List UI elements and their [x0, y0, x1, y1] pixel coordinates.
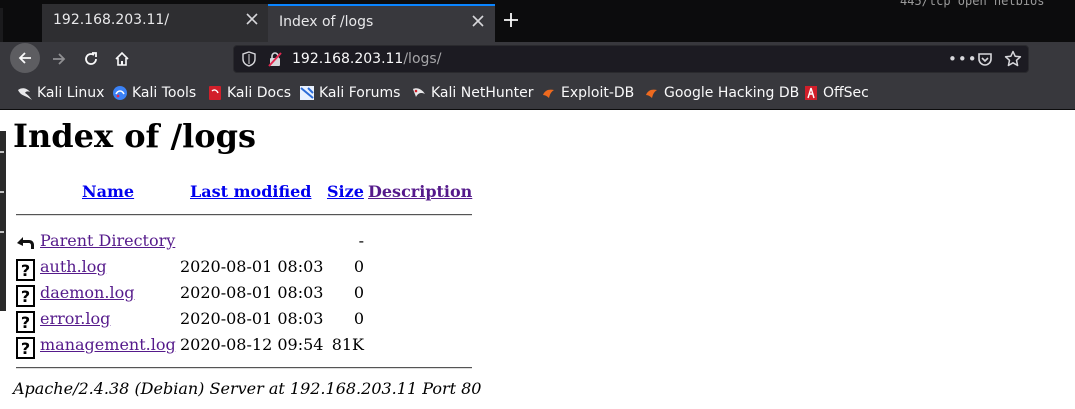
tab-home-index[interactable]: 192.168.203.11/ — [42, 4, 269, 42]
plus-icon — [504, 13, 518, 27]
home-button[interactable] — [108, 45, 136, 73]
pocket-icon[interactable] — [977, 51, 993, 71]
column-header-size[interactable]: Size — [327, 182, 364, 201]
navigation-toolbar: 192.168.203.11/logs/ ••• — [0, 42, 1075, 76]
footer-divider — [16, 367, 472, 369]
bookmark-kali-linux[interactable]: Kali Linux — [17, 84, 104, 102]
file-size: 81K — [331, 335, 364, 354]
page-actions-menu-icon[interactable]: ••• — [948, 50, 978, 68]
bookmark-kali-docs[interactable]: Kali Docs — [207, 84, 291, 102]
forward-button[interactable] — [45, 45, 73, 73]
page-title: Index of /logs — [13, 117, 257, 155]
column-header-description[interactable]: Description — [368, 182, 472, 201]
file-link[interactable]: daemon.log — [40, 283, 134, 302]
ghdb-icon — [644, 85, 660, 101]
reload-icon — [85, 52, 97, 65]
kali-tools-icon — [112, 85, 128, 101]
svg-text:?: ? — [21, 339, 30, 358]
tracking-protection-shield-icon[interactable] — [242, 51, 256, 71]
back-button[interactable] — [10, 43, 40, 73]
file-link[interactable]: error.log — [40, 309, 110, 328]
tab-title: 192.168.203.11/ — [53, 12, 170, 28]
file-row: ? error.log 2020-08-01 08:03 0 — [0, 309, 480, 333]
file-row: ? management.log 2020-08-12 09:54 81K — [0, 335, 480, 359]
file-modified: 2020-08-01 08:03 — [180, 309, 324, 328]
file-size: 0 — [353, 283, 364, 302]
kali-docs-icon — [207, 85, 223, 101]
bookmark-label: Exploit-DB — [561, 85, 635, 101]
exploit-db-icon — [541, 85, 557, 101]
bookmark-offsec[interactable]: OffSec — [803, 84, 869, 102]
arrow-left-icon — [18, 52, 31, 64]
arrow-right-icon — [53, 53, 66, 65]
column-header-last-modified[interactable]: Last modified — [190, 182, 311, 201]
svg-text:?: ? — [21, 261, 30, 280]
url-text[interactable]: 192.168.203.11/logs/ — [292, 51, 441, 67]
file-modified: 2020-08-01 08:03 — [180, 257, 324, 276]
insecure-lock-icon[interactable] — [267, 51, 283, 71]
file-link[interactable]: management.log — [40, 335, 176, 354]
url-host: 192.168.203.11 — [292, 51, 404, 67]
file-row: ? auth.log 2020-08-01 08:03 0 — [0, 257, 480, 281]
reload-button[interactable] — [77, 45, 105, 73]
bookmark-label: Kali NetHunter — [431, 85, 534, 101]
file-modified: 2020-08-01 08:03 — [180, 283, 324, 302]
back-arrow-icon — [16, 233, 36, 255]
offsec-icon — [803, 85, 819, 101]
unknown-file-icon: ? — [16, 285, 36, 307]
close-tab-icon[interactable] — [471, 14, 485, 28]
svg-text:?: ? — [21, 313, 30, 332]
column-header-name[interactable]: Name — [82, 182, 134, 201]
file-link[interactable]: auth.log — [40, 257, 107, 276]
file-size: 0 — [353, 309, 364, 328]
bookmark-label: OffSec — [823, 85, 869, 101]
parent-directory-row: Parent Directory - — [0, 231, 480, 255]
server-signature: Apache/2.4.38 (Debian) Server at 192.168… — [13, 379, 482, 398]
file-size: 0 — [353, 257, 364, 276]
bookmark-label: Kali Forums — [319, 85, 401, 101]
page-content: Index of /logs Name Last modified Size D… — [0, 111, 1075, 409]
file-size: - — [358, 231, 364, 250]
bookmark-label: Google Hacking DB — [664, 85, 800, 101]
bookmark-exploit-db[interactable]: Exploit-DB — [541, 84, 634, 102]
file-row: ? daemon.log 2020-08-01 08:03 0 — [0, 283, 480, 307]
svg-text:?: ? — [21, 287, 30, 306]
unknown-file-icon: ? — [16, 311, 36, 333]
unknown-file-icon: ? — [16, 259, 36, 281]
address-bar[interactable]: 192.168.203.11/logs/ ••• — [233, 45, 1029, 73]
new-tab-button[interactable] — [500, 7, 522, 33]
bookmark-label: Kali Tools — [132, 85, 197, 101]
bookmark-star-icon[interactable] — [1004, 50, 1022, 72]
unknown-file-icon: ? — [16, 337, 36, 359]
nethunter-icon — [411, 85, 427, 101]
bookmark-kali-forums[interactable]: Kali Forums — [299, 84, 400, 102]
bookmark-label: Kali Docs — [227, 85, 292, 101]
bookmark-kali-tools[interactable]: Kali Tools — [112, 84, 196, 102]
tab-title: Index of /logs — [279, 14, 374, 30]
bookmark-label: Kali Linux — [37, 85, 105, 101]
url-path: /logs/ — [403, 51, 442, 67]
background-terminal-text: 445/tcp open netbios — [900, 0, 1045, 8]
header-divider — [16, 214, 472, 216]
kali-forums-icon — [299, 85, 315, 101]
close-tab-icon[interactable] — [245, 12, 259, 26]
tab-logs-index[interactable]: Index of /logs — [268, 4, 495, 42]
bookmarks-toolbar: Kali Linux Kali Tools Kali Docs Kali For… — [0, 76, 1075, 110]
tabbar-edge — [0, 8, 3, 42]
parent-directory-link[interactable]: Parent Directory — [40, 231, 175, 250]
file-modified: 2020-08-12 09:54 — [180, 335, 324, 354]
bookmark-kali-nethunter[interactable]: Kali NetHunter — [411, 84, 533, 102]
kali-dragon-icon — [17, 85, 33, 101]
home-icon — [115, 51, 129, 66]
bookmark-google-hacking-db[interactable]: Google Hacking DB — [644, 84, 799, 102]
tab-bar: 192.168.203.11/ Index of /logs 445/tcp o… — [0, 0, 1075, 42]
